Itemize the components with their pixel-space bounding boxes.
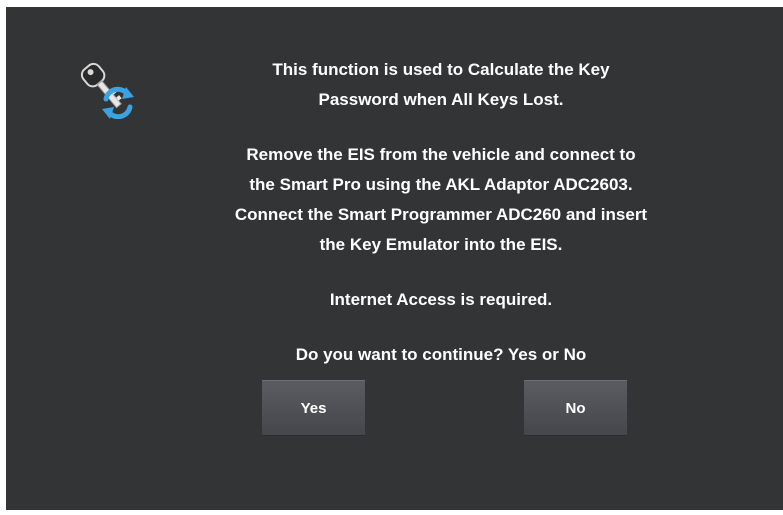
continue-prompt: Do you want to continue? Yes or No — [295, 345, 587, 364]
message-line: Internet Access is required. — [329, 290, 553, 309]
yes-button[interactable]: Yes — [262, 380, 365, 436]
dialog-screen: This function is used to Calculate the K… — [6, 7, 783, 510]
message-gap — [6, 315, 783, 340]
dialog-message: This function is used to Calculate the K… — [6, 55, 783, 370]
no-button[interactable]: No — [524, 380, 627, 436]
message-line: This function is used to Calculate the K… — [272, 60, 610, 79]
message-line: Password when All Keys Lost. — [318, 90, 564, 109]
message-line: the Key Emulator into the EIS. — [319, 235, 563, 254]
message-line: Remove the EIS from the vehicle and conn… — [246, 145, 636, 164]
message-gap — [6, 115, 783, 140]
message-gap — [6, 260, 783, 285]
button-row: Yes No — [6, 380, 783, 438]
message-line: the Smart Pro using the AKL Adaptor ADC2… — [249, 175, 633, 194]
message-line: Connect the Smart Programmer ADC260 and … — [234, 205, 648, 224]
